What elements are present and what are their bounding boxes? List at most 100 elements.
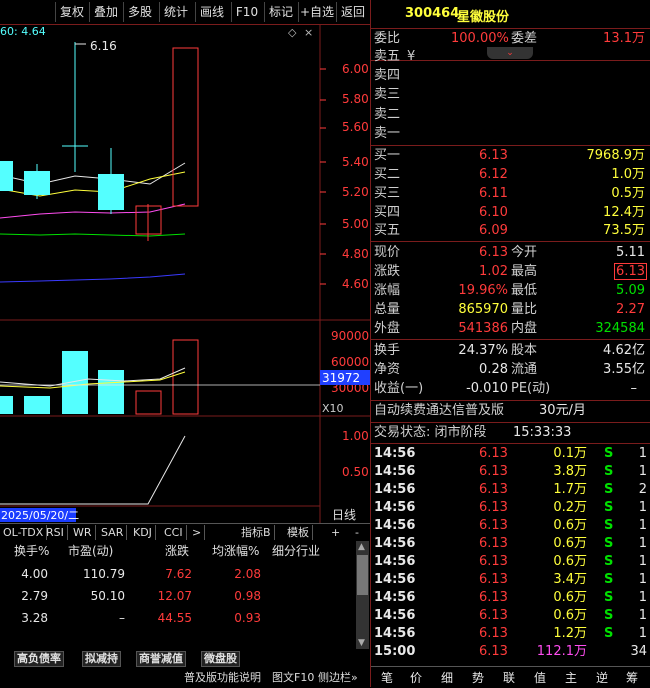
status-bar: 普及版功能说明 图文F10 侧边栏» [0, 667, 370, 687]
tab-trend[interactable]: 势 [472, 669, 484, 686]
candle[interactable] [24, 171, 50, 195]
sidebar-toggle[interactable]: 侧边栏» [318, 669, 358, 685]
volume-bar[interactable] [24, 396, 50, 414]
tab-linked[interactable]: 联 [503, 669, 515, 686]
tab-kdj[interactable]: KDJ [130, 525, 156, 540]
tab-reverse[interactable]: 逆 [596, 669, 608, 686]
promo-banner[interactable]: 自动续费通达信普及版 30元/月 [371, 402, 650, 420]
stat-label: 净资 [374, 362, 401, 377]
tick-row: 14:56 6.13 0.6万 S 1 [371, 607, 650, 625]
high-price: 6.13 [614, 263, 647, 280]
scrollbar-thumb[interactable] [357, 555, 368, 595]
tick-side: S [604, 572, 614, 587]
vertical-scrollbar[interactable]: ▲ ▼ [356, 541, 369, 649]
order-diff-value: 13.1万 [603, 31, 645, 46]
tab-trades[interactable]: 笔 [381, 669, 393, 686]
scroll-down-icon[interactable]: ▼ [358, 638, 365, 648]
volume-bar[interactable] [62, 351, 88, 414]
column-header[interactable]: 均涨幅% [212, 541, 259, 561]
bid-row: 买二 6.12 1.0万 [371, 166, 650, 184]
bid-price: 6.10 [479, 205, 508, 220]
tick-count: 2 [638, 482, 647, 497]
overlay-button[interactable]: 叠加 [89, 2, 122, 22]
high-price-label: 6.16 [90, 39, 117, 53]
block-tab[interactable]: 高负债率 [14, 651, 64, 667]
block-tab[interactable]: 商誉减值 [136, 651, 186, 667]
candle[interactable] [0, 161, 13, 191]
tab-detail[interactable]: 细 [441, 669, 453, 686]
trade-status-row: 交易状态: 闭市阶段 15:33:33 [371, 424, 650, 442]
indicator-tick: 1.00 [342, 429, 369, 443]
tick-time: 14:56 [374, 608, 416, 623]
bid-row: 买五 6.09 73.5万 [371, 222, 650, 240]
mark-button[interactable]: 标记 [264, 2, 297, 22]
restore-rights-button[interactable]: 复权 [55, 2, 88, 22]
quote-label: 涨幅 [374, 283, 401, 298]
tab-rsi[interactable]: RSI [43, 525, 68, 540]
f10-link[interactable]: 图文F10 [272, 669, 314, 685]
quote-row: 涨幅 19.96% 最低 5.09 [371, 282, 650, 300]
tick-list[interactable]: 14:56 6.13 0.1万 S 1 14:56 6.13 3.8万 S 1 14:56 6.13 1… [371, 444, 650, 666]
tick-price: 6.13 [479, 446, 508, 461]
quote-label: 总量 [374, 302, 401, 317]
table-cell: 2.79 [21, 589, 48, 603]
bid-label: 买二 [374, 167, 401, 182]
tick-price: 6.13 [479, 644, 508, 659]
tab-value[interactable]: 值 [534, 669, 546, 686]
volume-tick: 90000 [331, 329, 369, 343]
tick-time: 14:56 [374, 518, 416, 533]
table-cell: 12.07 [157, 589, 192, 603]
block-tab[interactable]: 微盘股 [201, 651, 240, 667]
column-header[interactable]: 细分行业 [272, 541, 320, 561]
block-tab[interactable]: 拟减持 [82, 651, 121, 667]
tick-row: 14:56 6.13 3.8万 S 1 [371, 463, 650, 481]
minus-button[interactable]: - [352, 525, 362, 540]
tab-chips[interactable]: 筹 [626, 669, 638, 686]
column-header[interactable]: 涨跌 [165, 541, 189, 561]
draw-line-button[interactable]: 画线 [195, 2, 228, 22]
promo-text[interactable]: 自动续费通达信普及版 [374, 402, 504, 420]
tab-obv[interactable]: OL-TDX [0, 525, 48, 540]
column-header[interactable]: 市盈(动) [68, 541, 113, 561]
promo-price[interactable]: 30元/月 [539, 402, 586, 420]
close-icon[interactable]: × [304, 26, 313, 39]
tick-price: 6.13 [479, 536, 508, 551]
template-button[interactable]: 模板 [284, 525, 313, 540]
multi-stock-button[interactable]: 多股 [123, 2, 156, 22]
back-button[interactable]: 返回 [336, 2, 369, 22]
period-label[interactable]: 日线 [332, 508, 356, 522]
price-tick: 4.80 [342, 247, 369, 261]
bid-label: 买五 [374, 223, 401, 238]
tick-volume: 0.1万 [553, 446, 587, 461]
tick-row: 14:56 6.13 1.2万 S 1 [371, 625, 650, 643]
statistics-button[interactable]: 统计 [159, 2, 192, 22]
tick-count: 1 [638, 626, 647, 641]
volume-bar[interactable] [172, 339, 199, 415]
tab-cci[interactable]: CCI [161, 525, 187, 540]
stat-row: 收益(一) -0.010 PE(动) – [371, 380, 650, 398]
diamond-icon[interactable]: ◇ [288, 26, 297, 39]
plus-button[interactable]: + [328, 525, 343, 540]
f10-button[interactable]: F10 [231, 2, 262, 22]
tab-price[interactable]: 价 [410, 669, 422, 686]
ask-label: 卖一 [374, 126, 401, 141]
tab-more-arrow[interactable]: > [189, 525, 206, 540]
indicator-b-button[interactable]: 指标B [238, 525, 275, 540]
help-link[interactable]: 普及版功能说明 [184, 669, 261, 685]
turnover-rate: 24.37% [458, 343, 508, 358]
volume-bar[interactable] [98, 370, 124, 414]
tab-sar[interactable]: SAR [98, 525, 128, 540]
bid-label: 买四 [374, 205, 401, 220]
ask-label: 卖四 [374, 68, 401, 83]
quote-label: 今开 [511, 245, 538, 260]
tab-main[interactable]: 主 [565, 669, 577, 686]
kline-chart[interactable]: 6.00 5.80 5.60 5.40 5.20 5.00 4.80 4.60 … [0, 24, 370, 524]
candle[interactable] [172, 47, 199, 207]
tab-wr[interactable]: WR [70, 525, 96, 540]
volume-bar[interactable] [135, 390, 162, 415]
candle[interactable] [98, 174, 124, 210]
add-favorite-button[interactable]: +自选 [298, 2, 335, 22]
scroll-up-icon[interactable]: ▲ [358, 542, 365, 552]
column-header[interactable]: 换手% [14, 541, 49, 561]
volume-bar[interactable] [0, 396, 13, 414]
